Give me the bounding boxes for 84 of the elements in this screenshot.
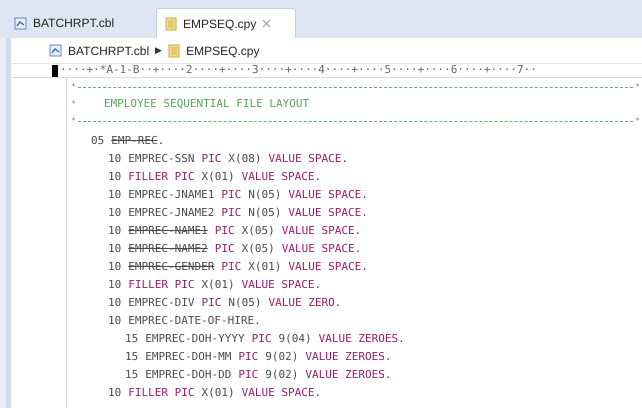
keyword: FILLER PIC <box>128 276 194 293</box>
keyword: VALUE ZEROES. <box>305 348 392 365</box>
code-text: N(05) <box>228 294 262 311</box>
keyword: VALUE SPACE. <box>242 276 322 293</box>
code-text: 9(02) <box>265 348 298 365</box>
keyword: PIC <box>238 366 258 383</box>
code-text: 10 <box>108 276 122 293</box>
keyword: FILLER PIC <box>128 168 194 185</box>
keyword: PIC <box>221 186 242 203</box>
code-text: EMPREC-SSN <box>128 150 194 167</box>
code-text: 10 <box>108 222 122 239</box>
code-text: EMP-REC <box>111 132 158 149</box>
keyword: PIC <box>201 294 222 311</box>
keyword: VALUE SPACE. <box>288 258 368 275</box>
comment-marker: * <box>71 81 76 93</box>
code-text: 10 <box>108 150 122 167</box>
comment-text: EMPLOYEE SEQUENTIAL FILE LAYOUT <box>104 96 310 112</box>
code-text: EMPREC-DOH-DD <box>145 366 232 383</box>
code-text: X(01) <box>248 258 282 275</box>
comment-marker: * <box>71 115 76 127</box>
code-text: 9(04) <box>278 330 312 347</box>
keyword: PIC <box>214 240 235 257</box>
code-text: 10 <box>108 240 122 257</box>
keyword: VALUE SPACE. <box>288 204 368 221</box>
file-icon <box>165 16 177 30</box>
keyword: VALUE SPACE. <box>268 150 348 167</box>
code-text: EMPREC-NAME1 <box>128 222 208 239</box>
keyword: VALUE SPACE. <box>242 168 322 185</box>
code-text: N(05) <box>248 204 282 221</box>
code-text: N(05) <box>248 186 282 203</box>
keyword: PIC <box>201 150 222 167</box>
code-text: 10 <box>108 312 122 329</box>
keyword: FILLER PIC <box>128 384 194 401</box>
code-text: EMPREC-DOH-YYYY <box>145 330 245 347</box>
code-text: 10 <box>108 168 122 185</box>
editor-tab[interactable]: EMPSEQ.cpy <box>156 8 296 38</box>
code-text: EMPREC-JNAME1 <box>128 186 214 203</box>
code-text: X(08) <box>228 150 262 167</box>
code-text: X(01) <box>201 276 235 293</box>
keyword: VALUE SPACE. <box>282 240 362 257</box>
keyword: PIC <box>221 258 242 275</box>
code-text: X(01) <box>201 168 235 185</box>
code-text: EMPREC-NAME2 <box>128 240 208 257</box>
comment-marker: * <box>635 115 640 127</box>
file-icon <box>14 16 27 30</box>
code-text: EMPREC-GENDER <box>128 258 214 275</box>
code-text: X(01) <box>201 384 235 401</box>
code-text: . <box>158 132 164 149</box>
file-icon <box>49 44 62 57</box>
code-text: 10 <box>108 384 122 401</box>
code-text: 15 <box>125 348 138 365</box>
code-text: 10 <box>108 258 122 275</box>
close-icon[interactable] <box>262 19 272 28</box>
code-text: 15 <box>125 366 138 383</box>
keyword: PIC <box>252 330 272 347</box>
code-text: 10 <box>108 204 122 221</box>
keyword: VALUE ZEROES. <box>305 366 392 383</box>
comment-marker: * <box>635 81 640 93</box>
code-text: EMPREC-DIV <box>128 294 194 311</box>
code-text: EMPREC-JNAME2 <box>128 204 214 221</box>
keyword: VALUE SPACE. <box>282 222 362 239</box>
code-text: 05 <box>91 132 104 149</box>
cursor-block-icon <box>52 64 58 76</box>
keyword: PIC <box>221 204 242 221</box>
code-text: EMPREC-DOH-MM <box>145 348 232 365</box>
keyword: PIC <box>238 348 258 365</box>
code-text: X(05) <box>242 222 275 239</box>
code-text: EMPREC-DATE-OF-HIRE. <box>128 312 261 329</box>
keyword: VALUE ZERO. <box>268 294 342 311</box>
breadcrumb-separator: ▶ <box>155 44 162 57</box>
breadcrumb-item[interactable]: BATCHRPT.cbl <box>68 42 150 60</box>
keyword: VALUE SPACE. <box>288 186 368 203</box>
file-icon <box>168 44 180 58</box>
breadcrumb-item[interactable]: EMPSEQ.cpy <box>186 42 260 60</box>
comment-marker: * <box>71 98 76 110</box>
column-ruler: ····+·*A-1-B··+····2····+····3····+····4····+····5····+····6····+····7·· <box>60 64 537 77</box>
code-text: 10 <box>108 294 122 311</box>
code-text: 15 <box>125 330 138 347</box>
keyword: VALUE ZEROES. <box>318 330 405 347</box>
code-text: 9(02) <box>265 366 298 383</box>
code-text: 10 <box>108 186 122 203</box>
keyword: VALUE SPACE. <box>242 384 322 401</box>
code-text: X(05) <box>242 240 275 257</box>
keyword: PIC <box>214 222 235 239</box>
